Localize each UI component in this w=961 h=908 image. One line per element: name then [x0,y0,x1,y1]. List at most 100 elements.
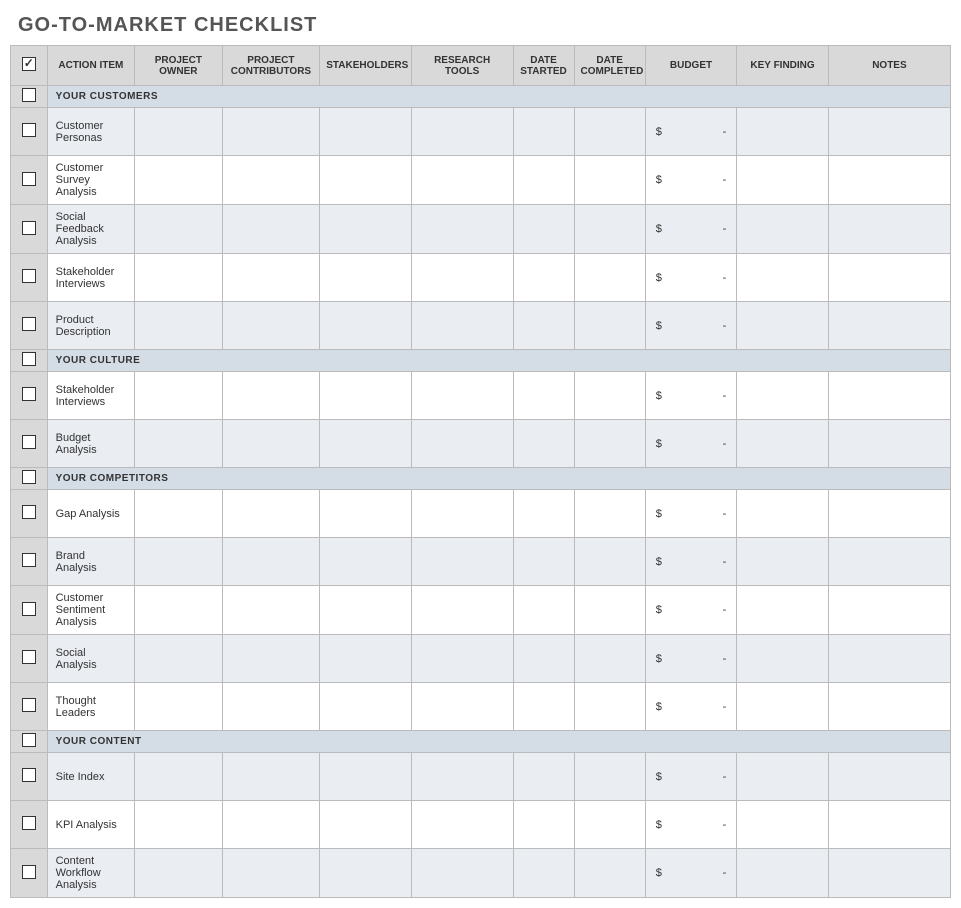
row-checkbox-cell[interactable] [11,108,48,156]
dstart-cell[interactable] [513,538,574,586]
row-checkbox-cell[interactable] [11,849,48,898]
contrib-cell[interactable] [222,254,320,302]
key-cell[interactable] [737,490,829,538]
key-cell[interactable] [737,849,829,898]
contrib-cell[interactable] [222,490,320,538]
budget-cell[interactable]: $- [645,108,737,156]
owner-cell[interactable] [135,849,222,898]
dcomp-cell[interactable] [574,849,645,898]
budget-cell[interactable]: $- [645,683,737,731]
stake-cell[interactable] [320,586,412,635]
owner-cell[interactable] [135,205,222,254]
action-item-cell[interactable]: Stakeholder Interviews [47,372,134,420]
owner-cell[interactable] [135,801,222,849]
row-checkbox[interactable] [22,865,36,879]
notes-cell[interactable] [828,372,950,420]
action-item-cell[interactable]: Social Analysis [47,635,134,683]
research-cell[interactable] [411,302,513,350]
research-cell[interactable] [411,156,513,205]
dstart-cell[interactable] [513,302,574,350]
budget-cell[interactable]: $- [645,302,737,350]
dcomp-cell[interactable] [574,753,645,801]
action-item-cell[interactable]: Budget Analysis [47,420,134,468]
owner-cell[interactable] [135,302,222,350]
dstart-cell[interactable] [513,372,574,420]
research-cell[interactable] [411,753,513,801]
dstart-cell[interactable] [513,156,574,205]
action-item-cell[interactable]: Site Index [47,753,134,801]
stake-cell[interactable] [320,490,412,538]
budget-cell[interactable]: $- [645,586,737,635]
key-cell[interactable] [737,753,829,801]
stake-cell[interactable] [320,683,412,731]
row-checkbox[interactable] [22,505,36,519]
research-cell[interactable] [411,205,513,254]
owner-cell[interactable] [135,586,222,635]
row-checkbox-cell[interactable] [11,538,48,586]
notes-cell[interactable] [828,538,950,586]
contrib-cell[interactable] [222,420,320,468]
contrib-cell[interactable] [222,538,320,586]
row-checkbox-cell[interactable] [11,302,48,350]
section-checkbox-cell[interactable] [11,350,48,372]
owner-cell[interactable] [135,254,222,302]
action-item-cell[interactable]: Gap Analysis [47,490,134,538]
budget-cell[interactable]: $- [645,801,737,849]
budget-cell[interactable]: $- [645,205,737,254]
contrib-cell[interactable] [222,635,320,683]
section-checkbox-cell[interactable] [11,731,48,753]
notes-cell[interactable] [828,254,950,302]
dstart-cell[interactable] [513,205,574,254]
row-checkbox-cell[interactable] [11,372,48,420]
contrib-cell[interactable] [222,801,320,849]
key-cell[interactable] [737,683,829,731]
dcomp-cell[interactable] [574,156,645,205]
dcomp-cell[interactable] [574,635,645,683]
contrib-cell[interactable] [222,205,320,254]
row-checkbox[interactable] [22,387,36,401]
dcomp-cell[interactable] [574,372,645,420]
action-item-cell[interactable]: Social Feedback Analysis [47,205,134,254]
owner-cell[interactable] [135,108,222,156]
notes-cell[interactable] [828,420,950,468]
dcomp-cell[interactable] [574,420,645,468]
stake-cell[interactable] [320,108,412,156]
action-item-cell[interactable]: Customer Survey Analysis [47,156,134,205]
row-checkbox-cell[interactable] [11,753,48,801]
budget-cell[interactable]: $- [645,849,737,898]
row-checkbox[interactable] [22,123,36,137]
notes-cell[interactable] [828,302,950,350]
contrib-cell[interactable] [222,586,320,635]
section-checkbox[interactable] [22,470,36,484]
row-checkbox[interactable] [22,768,36,782]
row-checkbox-cell[interactable] [11,490,48,538]
contrib-cell[interactable] [222,156,320,205]
notes-cell[interactable] [828,753,950,801]
section-checkbox-cell[interactable] [11,86,48,108]
research-cell[interactable] [411,635,513,683]
key-cell[interactable] [737,156,829,205]
action-item-cell[interactable]: Stakeholder Interviews [47,254,134,302]
budget-cell[interactable]: $- [645,635,737,683]
row-checkbox[interactable] [22,553,36,567]
key-cell[interactable] [737,801,829,849]
research-cell[interactable] [411,586,513,635]
owner-cell[interactable] [135,683,222,731]
notes-cell[interactable] [828,683,950,731]
notes-cell[interactable] [828,801,950,849]
dstart-cell[interactable] [513,683,574,731]
dstart-cell[interactable] [513,849,574,898]
budget-cell[interactable]: $- [645,538,737,586]
owner-cell[interactable] [135,420,222,468]
owner-cell[interactable] [135,490,222,538]
row-checkbox-cell[interactable] [11,801,48,849]
notes-cell[interactable] [828,108,950,156]
action-item-cell[interactable]: Thought Leaders [47,683,134,731]
dcomp-cell[interactable] [574,490,645,538]
dcomp-cell[interactable] [574,801,645,849]
contrib-cell[interactable] [222,849,320,898]
research-cell[interactable] [411,108,513,156]
row-checkbox-cell[interactable] [11,683,48,731]
dstart-cell[interactable] [513,586,574,635]
key-cell[interactable] [737,538,829,586]
